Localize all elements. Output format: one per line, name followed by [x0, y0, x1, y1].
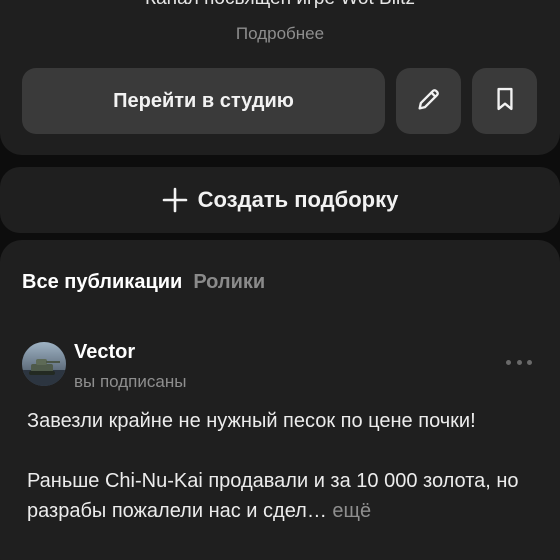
more-link[interactable]: Подробнее [0, 24, 560, 44]
tab-videos[interactable]: Ролики [193, 271, 265, 294]
dot [516, 359, 522, 365]
tab-all-publications[interactable]: Все публикации [22, 271, 182, 294]
bookmark-button[interactable] [472, 68, 537, 134]
post-paragraph-1: Завезли крайне не нужный песок по цене п… [27, 410, 476, 432]
post-paragraph-2: Раньше Chi-Nu-Kai продавали и за 10 000 … [27, 466, 537, 526]
create-collection-label: Создать подборку [197, 187, 399, 212]
post-author[interactable]: Vector [74, 341, 135, 364]
post-header: Vector вы подписаны [22, 340, 538, 396]
plus-icon [162, 187, 188, 213]
post-text: Завезли крайне не нужный песок по цене п… [27, 406, 537, 526]
avatar[interactable] [22, 342, 66, 386]
post-paragraph-2-text: Раньше Chi-Nu-Kai продавали и за 10 000 … [27, 470, 519, 522]
edit-button[interactable] [396, 68, 461, 134]
dot [527, 359, 532, 365]
pencil-icon [415, 85, 443, 118]
channel-description: Канал посвящен игре Wot Blitz [0, 0, 560, 10]
bookmark-icon [491, 85, 519, 118]
create-collection-button[interactable]: Создать подборку [0, 167, 560, 233]
read-more-link[interactable]: ещё [332, 500, 371, 522]
publication-tabs: Все публикации Ролики [22, 271, 265, 294]
channel-page: Канал посвящен игре Wot Blitz Подробнее … [0, 0, 560, 560]
go-to-studio-button[interactable]: Перейти в студию [22, 68, 385, 134]
more-dots-icon[interactable] [506, 356, 532, 368]
subscription-status: вы подписаны [74, 372, 187, 391]
publications-panel: Все публикации Ролики Vector вы подписан… [0, 240, 560, 560]
dot [506, 359, 511, 365]
